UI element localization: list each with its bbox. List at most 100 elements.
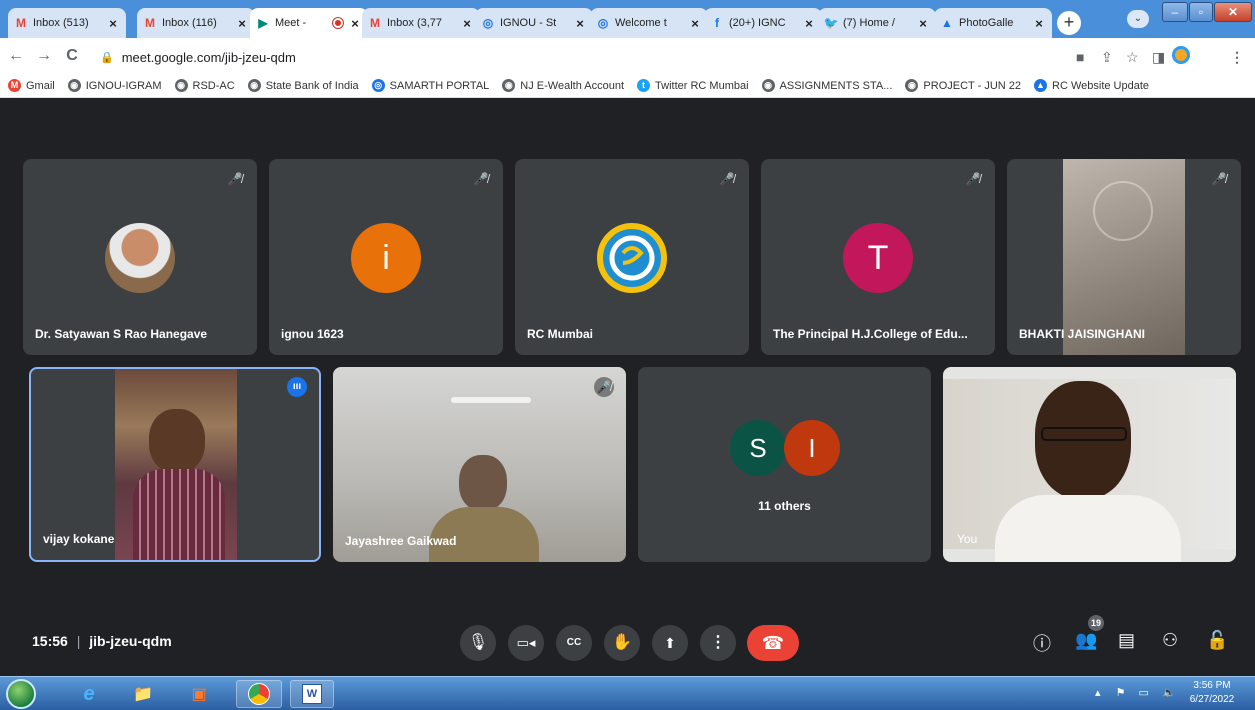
participant-name: BHAKTI JAISINGHANI (1019, 327, 1146, 341)
activities-icon[interactable]: ⚇ (1162, 630, 1178, 651)
leave-call-button[interactable]: ☎ (747, 625, 799, 661)
browser-tab[interactable]: ◎ Welcome t × (590, 8, 708, 38)
participant-name: The Principal H.J.College of Edu... (773, 327, 968, 341)
new-tab-button[interactable]: + (1057, 11, 1081, 35)
bookmark-item[interactable]: ◉ ASSIGNMENTS STA... (761, 79, 892, 92)
raise-hand-button[interactable]: ✋ (604, 625, 640, 661)
media-player-icon[interactable]: ▣ (176, 680, 222, 708)
browser-tab[interactable]: M Inbox (513) × (8, 8, 126, 38)
volume-icon[interactable]: 🔈 (1162, 687, 1176, 699)
participant-tile[interactable]: 🎤̸ Jayashree Gaikwad (333, 367, 626, 562)
close-tab-icon[interactable]: × (348, 16, 362, 31)
close-window-button[interactable]: ✕ (1214, 2, 1252, 22)
browser-tab[interactable]: 🐦 (7) Home / × (818, 8, 936, 38)
clock-time: 3:56 PM (1193, 680, 1231, 691)
bookmark-item[interactable]: t Twitter RC Mumbai (637, 79, 749, 92)
meeting-details-icon[interactable]: ⓘ (1033, 630, 1051, 656)
facebook-icon: f (715, 16, 719, 30)
close-tab-icon[interactable]: × (916, 16, 930, 31)
close-tab-icon[interactable]: × (688, 16, 702, 31)
self-tile[interactable]: You (943, 367, 1236, 562)
word-taskbar-icon[interactable]: W (290, 680, 334, 708)
maximize-button[interactable]: ▫ (1189, 2, 1213, 22)
url-text: meet.google.com/jib-jzeu-qdm (121, 49, 296, 65)
participant-tile-active-speaker[interactable]: ııı vijay kokane (29, 367, 321, 562)
profile-avatar[interactable] (1172, 46, 1190, 64)
chat-icon[interactable]: ▤ (1118, 630, 1135, 651)
globe-icon: ◉ (67, 79, 81, 92)
browser-tab[interactable]: ▶ Meet - × (250, 8, 368, 38)
tab-title: PhotoGalle (959, 17, 1014, 29)
browser-tab[interactable]: M Inbox (116) × (137, 8, 255, 38)
close-tab-icon[interactable]: × (1032, 16, 1046, 31)
bookmark-item[interactable]: ◉ State Bank of India (247, 79, 359, 92)
participant-tile[interactable]: 🎤̸ i ignou 1623 (269, 159, 503, 355)
browser-tab[interactable]: M Inbox (3,77 × (362, 8, 480, 38)
browser-tab[interactable]: f (20+) IGNC × (704, 8, 822, 38)
tab-title: Welcome t (615, 17, 667, 29)
bookmark-item[interactable]: ◉ PROJECT - JUN 22 (905, 79, 1021, 92)
tab-title: Inbox (3,77 (387, 17, 443, 29)
participant-tile[interactable]: 🎤̸ Dr. Satyawan S Rao Hanegave (23, 159, 257, 355)
forward-arrow-icon[interactable]: → (32, 47, 56, 65)
present-screen-button[interactable]: ⬆ (652, 625, 688, 661)
participant-tile[interactable]: 🎤̸ BHAKTI JAISINGHANI (1007, 159, 1241, 355)
back-arrow-icon[interactable]: ← (4, 47, 28, 65)
action-center-flag-icon[interactable]: ⚑ (1116, 687, 1126, 699)
people-icon[interactable]: 👥 (1075, 630, 1097, 651)
gmail-icon: M (16, 16, 26, 30)
browser-tab[interactable]: ◎ IGNOU - St × (475, 8, 593, 38)
network-icon[interactable]: ▭ (1139, 687, 1149, 699)
browser-tab[interactable]: ▲ PhotoGalle × (934, 8, 1052, 38)
side-panel-icon[interactable]: ◨ (1152, 49, 1165, 66)
camera-permission-icon[interactable]: ■ (1076, 49, 1084, 65)
ceiling-fan-shape (1093, 181, 1153, 241)
more-options-button[interactable]: ⋮ (700, 625, 736, 661)
chrome-icon (248, 683, 270, 705)
bookmark-item[interactable]: ▲ RC Website Update (1034, 79, 1149, 92)
show-hidden-icons-icon[interactable]: ▴ (1095, 687, 1101, 699)
close-tab-icon[interactable]: × (106, 16, 120, 31)
bookmark-item[interactable]: M Gmail (8, 79, 55, 92)
close-tab-icon[interactable]: × (460, 16, 474, 31)
browser-menu-icon[interactable]: ⋮ (1230, 49, 1244, 66)
tab-title: Inbox (116) (162, 17, 217, 29)
share-icon[interactable]: ⇪ (1101, 49, 1113, 66)
bookmark-item[interactable]: ◉ NJ E-Wealth Account (502, 79, 624, 92)
participant-letter-avatar: T (843, 223, 913, 293)
photogallery-icon: ▲ (941, 16, 953, 30)
participant-tile[interactable]: 🎤̸ T The Principal H.J.College of Edu... (761, 159, 995, 355)
start-button[interactable] (6, 679, 36, 709)
host-controls-icon[interactable]: 🔓 (1206, 630, 1228, 651)
tab-search-chevron-icon[interactable]: ⌄ (1127, 10, 1149, 28)
bookmark-item[interactable]: ◎ SAMARTH PORTAL (371, 79, 489, 92)
participant-count-badge: 19 (1088, 615, 1104, 631)
close-tab-icon[interactable]: × (802, 16, 816, 31)
captions-button[interactable]: CC (556, 625, 592, 661)
microphone-button[interactable]: 🎙 (460, 625, 496, 661)
file-explorer-icon[interactable]: 📁 (120, 680, 166, 708)
tab-title: IGNOU - St (500, 17, 557, 29)
bookmark-star-icon[interactable]: ☆ (1126, 49, 1139, 66)
participant-tile[interactable]: 🎤̸ RC Mumbai (515, 159, 749, 355)
others-tile[interactable]: S I 11 others (638, 367, 931, 562)
recording-indicator-icon (333, 18, 343, 28)
bookmark-item[interactable]: ◉ IGNOU-IGRAM (67, 79, 162, 92)
shirt-shape (133, 469, 225, 560)
close-tab-icon[interactable]: × (235, 16, 249, 31)
chrome-taskbar-icon[interactable] (236, 680, 282, 708)
camera-button[interactable]: ▭◂ (508, 625, 544, 661)
close-tab-icon[interactable]: × (573, 16, 587, 31)
meeting-time: 15:56 (32, 633, 68, 649)
others-avatar-i: I (784, 420, 840, 476)
participant-name: Jayashree Gaikwad (345, 534, 457, 548)
minimize-button[interactable]: – (1162, 2, 1188, 22)
bookmark-item[interactable]: ◉ RSD-AC (174, 79, 235, 92)
person-shape (149, 409, 205, 473)
reload-icon[interactable]: C (60, 47, 84, 65)
internet-explorer-icon[interactable]: e (66, 680, 112, 708)
address-bar[interactable]: 🔒 meet.google.com/jib-jzeu-qdm (100, 45, 980, 69)
bookmark-label: RSD-AC (192, 79, 235, 92)
ignou-logo-icon (609, 235, 655, 281)
system-clock[interactable]: 3:56 PM 6/27/2022 (1182, 679, 1242, 707)
